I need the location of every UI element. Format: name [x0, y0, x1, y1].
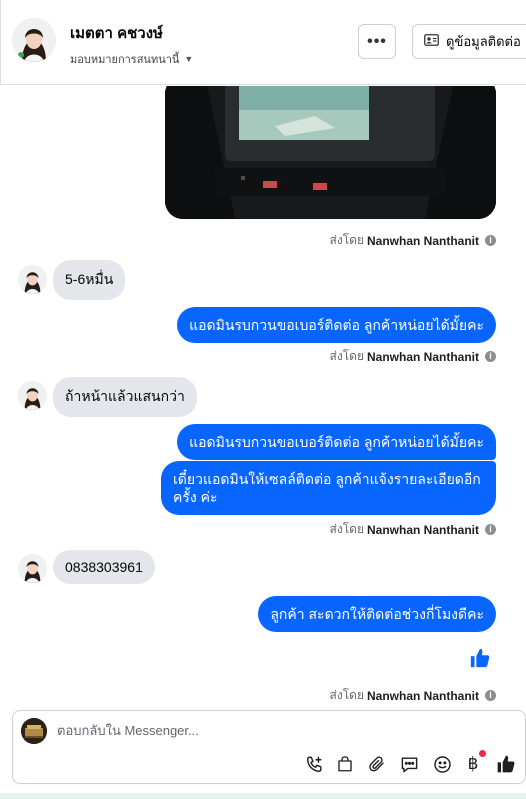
thumbs-up-icon [469, 647, 491, 669]
outgoing-message[interactable]: แอดมินรบกวนขอเบอร์ติดต่อ ลูกค้าหน่อยได้ม… [177, 424, 496, 460]
contact-name[interactable]: เมตตา คชวงษ์ [70, 21, 163, 45]
baht-icon[interactable]: ฿ [462, 750, 486, 775]
reply-composer: ฿ [12, 710, 526, 784]
sender-name[interactable]: Nanwhan Nanthanit [367, 234, 479, 248]
assign-conversation-dropdown[interactable]: มอบหมายการสนทนานี้ ▼ [70, 50, 193, 68]
contact-avatar-small[interactable] [18, 265, 47, 294]
more-options-button[interactable]: ••• [358, 24, 396, 59]
contact-avatar-small[interactable] [18, 554, 47, 583]
contact-card-icon [424, 34, 439, 49]
incoming-message[interactable]: 5-6หมื่น [53, 260, 126, 300]
call-add-icon[interactable] [303, 753, 325, 775]
info-icon[interactable]: i [485, 690, 496, 701]
info-icon[interactable]: i [485, 351, 496, 362]
sent-by-label: ส่งโดย Nanwhan Nanthanit i [330, 347, 496, 366]
sender-name[interactable]: Nanwhan Nanthanit [367, 689, 479, 703]
message-thread[interactable]: ส่งโดย Nanwhan Nanthanit i 5-6หมื่น แอดม… [0, 86, 526, 706]
saved-reply-icon[interactable] [398, 753, 420, 775]
paperclip-icon[interactable] [366, 753, 388, 775]
contact-avatar-small[interactable] [18, 381, 47, 410]
incoming-message[interactable]: 0838303961 [53, 550, 155, 584]
contact-avatar[interactable] [12, 18, 56, 62]
sender-name[interactable]: Nanwhan Nanthanit [367, 350, 479, 364]
conversation-header: เมตตา คชวงษ์ มอบหมายการสนทนานี้ ▼ ••• ดู… [0, 0, 526, 85]
sent-by-label: ส่งโดย Nanwhan Nanthanit i [330, 231, 496, 250]
page-avatar [21, 718, 47, 744]
info-icon[interactable]: i [485, 235, 496, 246]
outgoing-message[interactable]: แอดมินรบกวนขอเบอร์ติดต่อ ลูกค้าหน่อยได้ม… [177, 307, 496, 343]
view-contact-info-button[interactable]: ดูข้อมูลติดต่อ [412, 24, 526, 59]
info-icon[interactable]: i [485, 524, 496, 535]
notification-dot [479, 750, 486, 757]
incoming-message[interactable]: ถ้าหน้าแล้วแสนกว่า [53, 377, 197, 417]
emoji-icon[interactable] [431, 753, 453, 775]
sent-by-label: ส่งโดย Nanwhan Nanthanit i [330, 520, 496, 539]
reply-input[interactable] [57, 723, 437, 738]
shopping-bag-icon[interactable] [334, 753, 356, 775]
shared-photo[interactable] [165, 86, 496, 219]
bottom-edge [0, 793, 526, 799]
contact-info-label: ดูข้อมูลติดต่อ [446, 34, 521, 49]
outgoing-message[interactable]: ลูกค้า สะดวกให้ติดต่อช่วงกี่โมงดีคะ [258, 596, 496, 632]
outgoing-message[interactable]: เดี๋ยวแอดมินให้เซลล์ติดต่อ ลูกค้าแจ้งราย… [161, 461, 496, 515]
caret-down-icon: ▼ [184, 54, 194, 64]
sent-by-label: ส่งโดย Nanwhan Nanthanit i [330, 686, 496, 705]
assign-label: มอบหมายการสนทนานี้ [70, 54, 180, 66]
sender-name[interactable]: Nanwhan Nanthanit [367, 523, 479, 537]
send-like-button[interactable] [495, 753, 517, 775]
